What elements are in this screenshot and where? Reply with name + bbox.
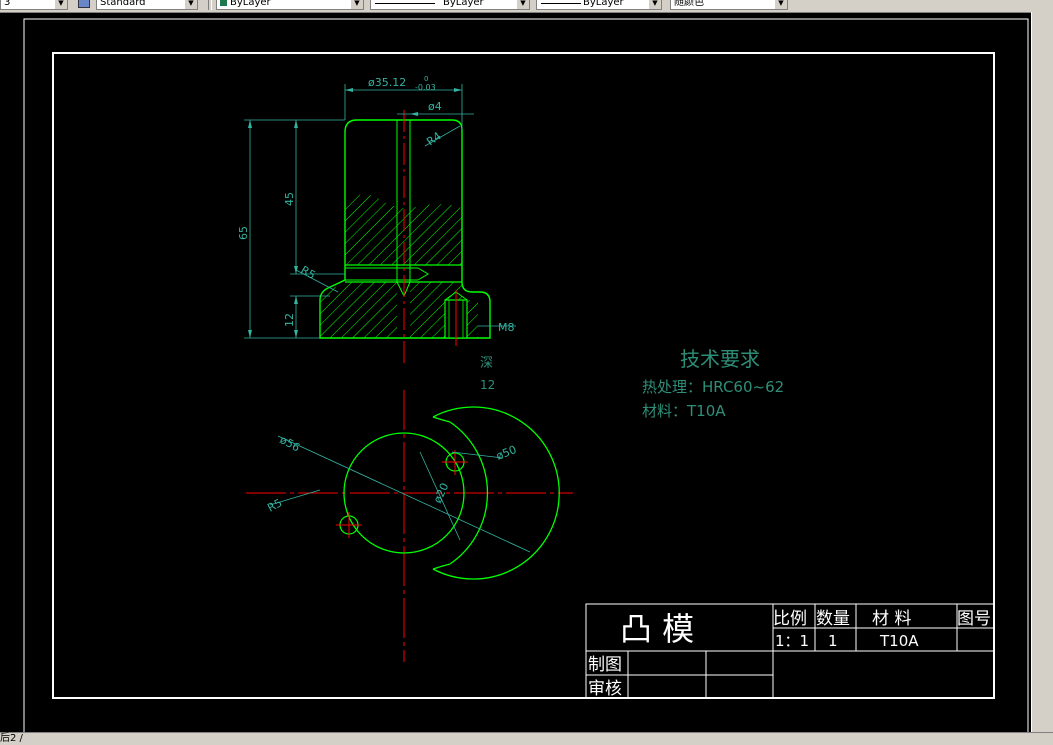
linetype-value: ByLayer bbox=[443, 0, 484, 8]
material-value: T10A bbox=[879, 632, 919, 650]
lineweight-value: ByLayer bbox=[583, 0, 624, 8]
hatch-lower-right bbox=[410, 282, 478, 338]
dim-corner-radius: R4 bbox=[424, 129, 443, 148]
qty-header: 数量 bbox=[816, 609, 850, 629]
dim-plan-d56: ø56 bbox=[278, 433, 302, 454]
text-style-value: Standard bbox=[100, 0, 146, 8]
dim-height-12: 12 bbox=[283, 313, 296, 327]
combo-value: 3 bbox=[4, 0, 11, 8]
scale-header: 比例 bbox=[773, 609, 807, 629]
color-swatch-icon bbox=[220, 0, 227, 6]
chevron-down-icon[interactable]: ▼ bbox=[185, 0, 197, 9]
drawing-canvas[interactable]: ø35.12 0 -0.03 ø4 R4 45 65 R5 12 M8 深 12 bbox=[0, 12, 1030, 732]
lineweight-swatch bbox=[541, 3, 581, 4]
dim-top-diameter: ø35.12 bbox=[368, 76, 406, 89]
chevron-down-icon[interactable]: ▼ bbox=[55, 0, 67, 9]
dim-top-tol-upper: 0 bbox=[424, 75, 428, 83]
chevron-down-icon[interactable]: ▼ bbox=[351, 0, 363, 9]
notes-material: 材料：T10A bbox=[642, 402, 726, 420]
qty-value: 1 bbox=[828, 632, 838, 650]
dim-thread: M8 bbox=[498, 321, 515, 334]
linetype-swatch bbox=[375, 3, 435, 4]
scale-value: 1：1 bbox=[775, 632, 809, 650]
dim-plan-r5: R5 bbox=[265, 496, 284, 514]
text-style-icon[interactable] bbox=[78, 0, 90, 8]
part-name: 凸 模 bbox=[620, 610, 694, 648]
drawing-frame bbox=[52, 52, 995, 699]
checked-by-label: 审核 bbox=[588, 679, 622, 699]
plan-view: ø56 ø50 ø20 R5 bbox=[246, 390, 573, 662]
depth-value: 12 bbox=[480, 378, 495, 392]
text-style-select[interactable]: Standard ▼ bbox=[96, 0, 198, 10]
notes-heat-treatment: 热处理：HRC60~62 bbox=[642, 378, 784, 396]
dim-fillet-r5: R5 bbox=[299, 263, 318, 282]
vertical-scrollbar[interactable] bbox=[1031, 12, 1053, 732]
command-text: 后2 / bbox=[0, 733, 23, 744]
notes-title: 技术要求 bbox=[680, 347, 760, 371]
technical-notes: 技术要求 热处理：HRC60~62 材料：T10A bbox=[642, 347, 784, 420]
linetype-select[interactable]: ByLayer ▼ bbox=[370, 0, 530, 10]
depth-label: 深 bbox=[480, 356, 493, 371]
lineweight-select[interactable]: ByLayer ▼ bbox=[536, 0, 662, 10]
front-section-view: ø35.12 0 -0.03 ø4 R4 45 65 R5 12 M8 深 12 bbox=[237, 75, 516, 392]
dim-height-65: 65 bbox=[237, 226, 250, 240]
combo-box[interactable]: 3 ▼ bbox=[0, 0, 68, 10]
dim-hole-diameter: ø4 bbox=[428, 100, 442, 113]
plotstyle-value: 随颜色 bbox=[674, 0, 704, 8]
layer-color-select[interactable]: ByLayer ▼ bbox=[216, 0, 364, 10]
material-header: 材 料 bbox=[872, 609, 911, 629]
chevron-down-icon[interactable]: ▼ bbox=[517, 0, 529, 9]
drawing-no-header: 图号 bbox=[957, 609, 991, 629]
dim-top-tol-lower: -0.03 bbox=[415, 83, 436, 92]
drawn-by-label: 制图 bbox=[588, 655, 622, 675]
dim-height-45: 45 bbox=[283, 192, 296, 206]
command-line[interactable]: 后2 / bbox=[0, 732, 1053, 745]
dim-plan-d50: ø50 bbox=[494, 443, 518, 463]
hatch-lower-left bbox=[320, 282, 397, 338]
plotstyle-select[interactable]: 随颜色 ▼ bbox=[670, 0, 788, 10]
toolbar-separator bbox=[208, 0, 212, 10]
chevron-down-icon[interactable]: ▼ bbox=[649, 0, 661, 9]
layer-color-value: ByLayer bbox=[230, 0, 271, 8]
chevron-down-icon[interactable]: ▼ bbox=[775, 0, 787, 9]
